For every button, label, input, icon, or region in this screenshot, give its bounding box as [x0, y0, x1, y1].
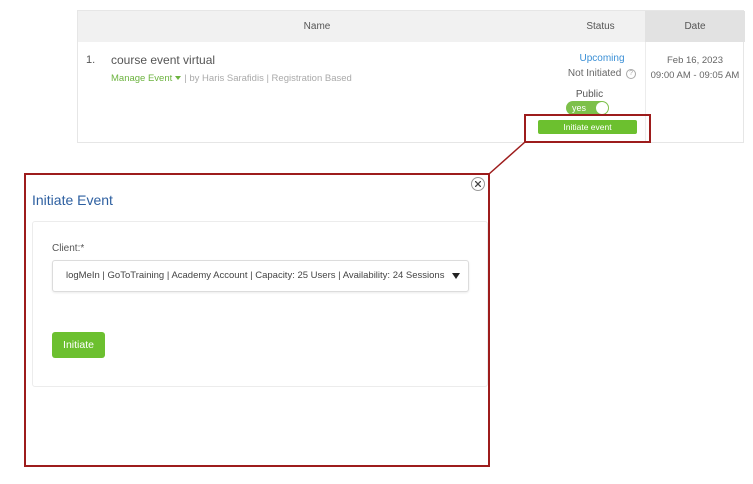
column-header-name[interactable]: Name [78, 11, 556, 42]
date-cell: Feb 16, 2023 09:00 AM - 09:05 AM [646, 53, 744, 83]
manage-event-dropdown[interactable]: Manage Event [111, 73, 184, 84]
status-upcoming-link[interactable]: Upcoming [556, 53, 648, 64]
event-date: Feb 16, 2023 [667, 55, 723, 66]
modal-title: Initiate Event [32, 192, 113, 208]
close-icon [475, 181, 481, 187]
event-author-info: | by Haris Sarafidis | Registration Base… [184, 73, 352, 84]
modal-close-button[interactable] [471, 177, 485, 191]
table-header: Name Status Date [78, 11, 745, 42]
public-label: Public [575, 89, 604, 100]
initiate-event-modal: Initiate Event Client:* logMeIn | GoToTr… [24, 173, 490, 467]
dropdown-arrow-icon [452, 273, 460, 279]
public-toggle-text: yes [572, 103, 587, 113]
initiation-state-text: Not Initiated [567, 68, 622, 79]
column-header-status[interactable]: Status [556, 11, 645, 42]
event-time: 09:00 AM - 09:05 AM [650, 70, 740, 81]
row-number: 1. [86, 54, 96, 66]
event-meta: Manage Event | by Haris Sarafidis | Regis… [111, 73, 352, 84]
question-mark-icon[interactable]: ? [626, 69, 637, 79]
toggle-knob [596, 102, 608, 114]
initiate-button[interactable]: Initiate [52, 332, 105, 358]
public-toggle[interactable]: yes [566, 101, 609, 115]
manage-event-label: Manage Event [111, 73, 173, 84]
column-header-date[interactable]: Date [645, 11, 745, 42]
client-label: Client:* [52, 243, 85, 254]
status-cell: Upcoming Not Initiated ? [548, 53, 648, 79]
client-selected-value: logMeIn | GoToTraining | Academy Account… [66, 270, 445, 281]
initiation-state: Not Initiated ? [556, 68, 648, 79]
initiate-event-highlight [524, 114, 651, 143]
event-title: course event virtual [111, 53, 216, 67]
client-select[interactable]: logMeIn | GoToTraining | Academy Account… [52, 260, 469, 292]
caret-down-icon [175, 75, 182, 80]
modal-form-panel: Client:* logMeIn | GoToTraining | Academ… [32, 221, 488, 387]
